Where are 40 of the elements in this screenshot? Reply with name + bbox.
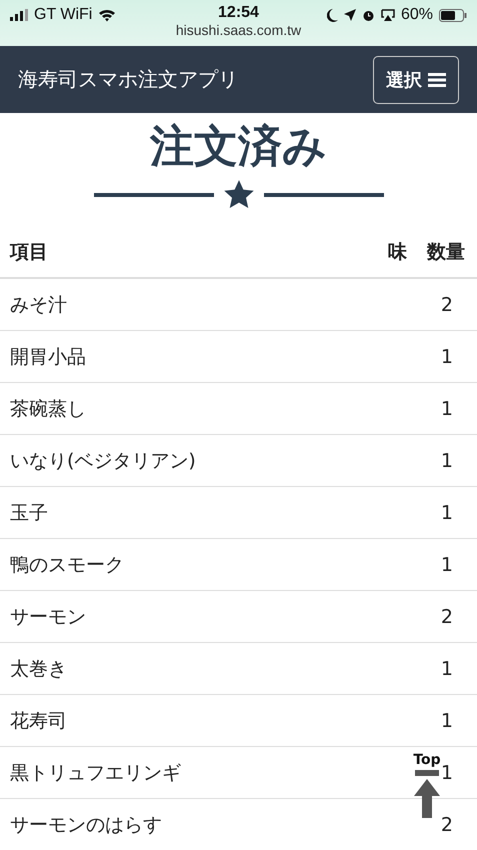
carrier-name: GT WiFi bbox=[34, 6, 92, 24]
table-cell: 1 bbox=[417, 694, 477, 746]
table-cell: 1 bbox=[417, 330, 477, 382]
table-cell: 2 bbox=[417, 590, 477, 642]
signal-icon bbox=[10, 9, 28, 21]
table-cell: 茶碗蒸し bbox=[0, 382, 377, 434]
table-cell: みそ汁 bbox=[0, 278, 377, 330]
table-cell: 1 bbox=[417, 538, 477, 590]
table-cell: 1 bbox=[417, 382, 477, 434]
table-cell: 花寿司 bbox=[0, 694, 377, 746]
table-cell: 2 bbox=[417, 278, 477, 330]
table-cell: 1 bbox=[417, 486, 477, 538]
table-cell: サーモンのはらす bbox=[0, 798, 377, 850]
airplay-icon bbox=[380, 9, 395, 21]
column-header: 味 bbox=[377, 227, 417, 278]
table-cell: サーモン bbox=[0, 590, 377, 642]
table-cell: 1 bbox=[417, 642, 477, 694]
table-cell: 玉子 bbox=[0, 486, 377, 538]
column-header: 数量 bbox=[417, 227, 477, 278]
menu-button[interactable]: 選択 bbox=[373, 56, 459, 104]
clock-time: 12:54 bbox=[218, 4, 259, 22]
page-heading: 注文済み bbox=[148, 120, 328, 174]
menu-icon bbox=[428, 72, 446, 86]
url-text: hisushi.saas.com.tw bbox=[176, 22, 302, 38]
table-cell: 黒トリュフエリンギ bbox=[0, 746, 377, 798]
table-cell: 太巻き bbox=[0, 642, 377, 694]
table-cell: 鴨のスモーク bbox=[0, 538, 377, 590]
up-arrow-icon bbox=[412, 770, 442, 820]
alarm-clock-icon bbox=[362, 8, 375, 22]
table-cell: いなり(ベジタリアン) bbox=[0, 434, 377, 486]
app-title[interactable]: 海寿司スマホ注文アプリ bbox=[18, 66, 238, 93]
battery-percent: 60% bbox=[400, 6, 433, 24]
location-arrow-icon bbox=[344, 9, 356, 21]
column-header: 項目 bbox=[0, 227, 377, 278]
table-cell: 開胃小品 bbox=[0, 330, 377, 382]
table-cell: 1 bbox=[417, 434, 477, 486]
moon-icon bbox=[326, 8, 338, 22]
star-icon bbox=[224, 180, 254, 209]
battery-icon bbox=[439, 8, 467, 22]
wifi-icon bbox=[98, 8, 116, 22]
